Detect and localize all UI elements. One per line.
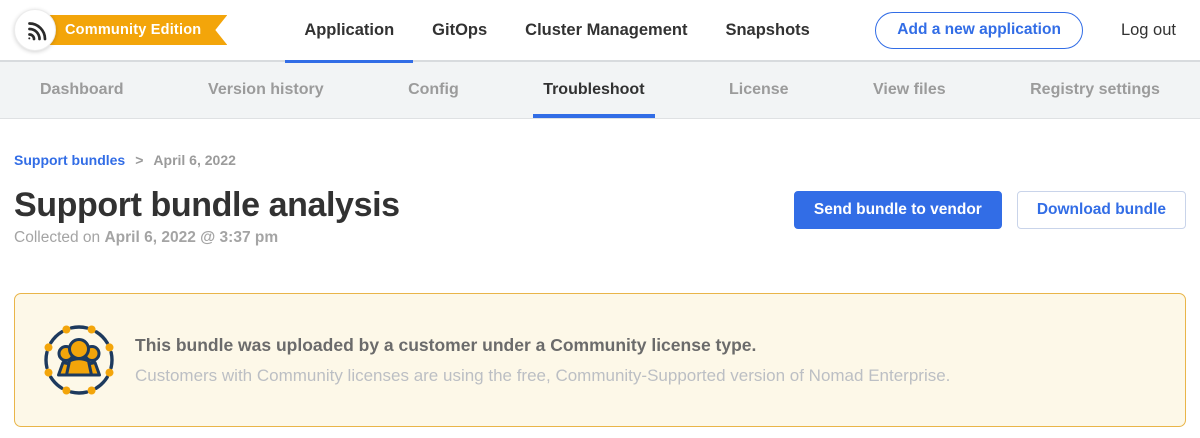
title-block: Support bundle analysis Collected on Apr… [14, 186, 400, 247]
alert-text: This bundle was uploaded by a customer u… [135, 335, 950, 386]
breadcrumb: Support bundles > April 6, 2022 [14, 152, 1186, 168]
breadcrumb-support-bundles-link[interactable]: Support bundles [14, 152, 125, 168]
secondary-nav: Dashboard Version history Config Trouble… [0, 62, 1200, 119]
tab-gitops[interactable]: GitOps [413, 0, 506, 61]
breadcrumb-separator: > [135, 152, 143, 168]
subtab-version-history[interactable]: Version history [198, 62, 334, 118]
title-row: Support bundle analysis Collected on Apr… [14, 186, 1186, 247]
page-title: Support bundle analysis [14, 186, 400, 225]
main-content: Support bundles > April 6, 2022 Support … [0, 119, 1200, 427]
top-nav-bar: Community Edition Application GitOps Clu… [0, 0, 1200, 62]
logout-link[interactable]: Log out [1121, 21, 1176, 40]
tab-application[interactable]: Application [285, 0, 413, 61]
subtab-license[interactable]: License [719, 62, 799, 118]
subtab-troubleshoot[interactable]: Troubleshoot [533, 62, 654, 118]
collected-prefix: Collected on [14, 229, 100, 246]
subtab-view-files[interactable]: View files [863, 62, 956, 118]
tab-cluster-management[interactable]: Cluster Management [506, 0, 706, 61]
add-new-application-button[interactable]: Add a new application [875, 12, 1083, 49]
subtab-config[interactable]: Config [398, 62, 469, 118]
subtab-registry-settings[interactable]: Registry settings [1020, 62, 1170, 118]
community-group-icon [39, 320, 119, 400]
brand: Community Edition [14, 9, 227, 51]
title-actions: Send bundle to vendor Download bundle [794, 191, 1186, 229]
community-edition-badge: Community Edition [35, 15, 227, 45]
send-bundle-to-vendor-button[interactable]: Send bundle to vendor [794, 191, 1002, 229]
tab-snapshots[interactable]: Snapshots [706, 0, 828, 61]
replicated-logo-icon[interactable] [14, 9, 56, 51]
primary-nav: Application GitOps Cluster Management Sn… [285, 0, 829, 61]
breadcrumb-current: April 6, 2022 [153, 152, 236, 168]
top-actions: Add a new application Log out [875, 12, 1176, 49]
alert-body: Customers with Community licenses are us… [135, 366, 950, 386]
collected-date: April 6, 2022 @ 3:37 pm [104, 229, 278, 246]
alert-heading: This bundle was uploaded by a customer u… [135, 335, 950, 356]
download-bundle-button[interactable]: Download bundle [1017, 191, 1186, 229]
community-license-alert: This bundle was uploaded by a customer u… [14, 293, 1186, 427]
collected-timestamp: Collected on April 6, 2022 @ 3:37 pm [14, 229, 400, 247]
subtab-dashboard[interactable]: Dashboard [30, 62, 134, 118]
